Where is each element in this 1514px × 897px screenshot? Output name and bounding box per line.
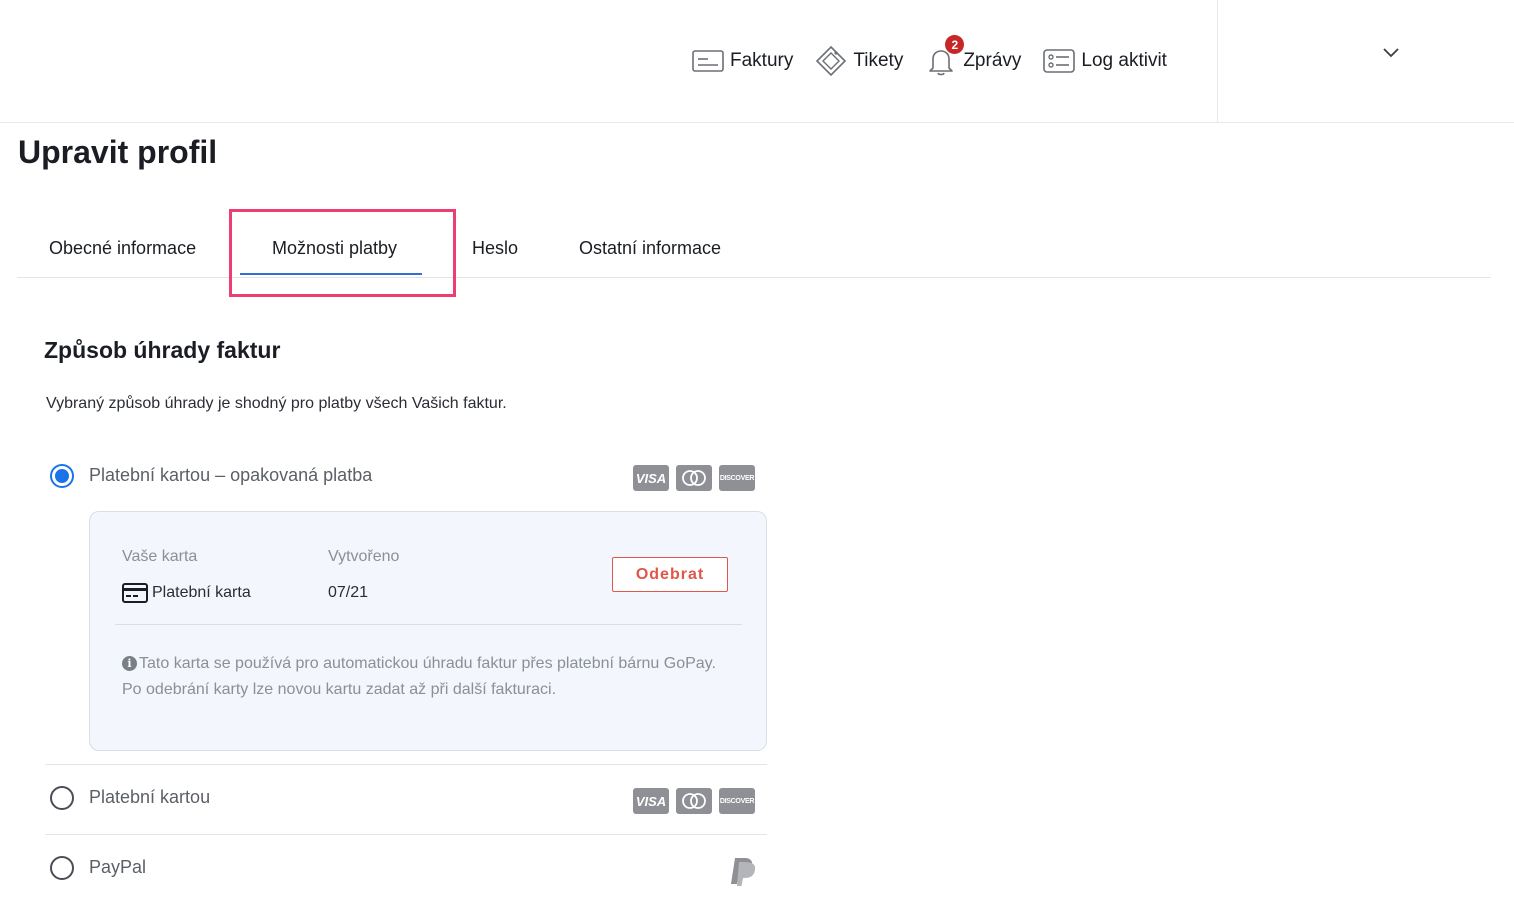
ticket-icon xyxy=(816,45,847,77)
visa-logo-icon: VISA xyxy=(633,788,669,814)
option-divider xyxy=(45,834,767,835)
created-value: 07/21 xyxy=(328,584,369,601)
payment-option-paypal: PayPal xyxy=(45,855,767,886)
radio-paypal[interactable] xyxy=(50,856,74,880)
card-info-note: i Tato karta se používá pro automatickou … xyxy=(122,651,732,703)
activity-log-icon xyxy=(1043,49,1076,73)
payment-option-card: Platební kartou VISA DISCOVER xyxy=(45,785,767,815)
chevron-down-icon[interactable] xyxy=(1381,45,1401,61)
radio-recurring-card[interactable] xyxy=(50,464,74,488)
option-label-recurring-card[interactable]: Platební kartou – opakovaná platba xyxy=(89,465,372,486)
tab-payment-options[interactable]: Možnosti platby xyxy=(239,238,423,275)
nav-invoices-label: Faktury xyxy=(730,50,794,71)
info-icon: i xyxy=(122,656,137,671)
nav-tickets[interactable]: Tikety xyxy=(815,45,903,77)
mastercard-logo-icon xyxy=(676,465,712,491)
section-title: Způsob úhrady faktur xyxy=(44,337,281,363)
option-label-card[interactable]: Platební kartou xyxy=(89,787,210,808)
nav-activity-log-label: Log aktivit xyxy=(1081,50,1167,71)
credit-card-icon xyxy=(122,583,148,603)
nav-tickets-label: Tikety xyxy=(853,50,904,71)
card-value: Platební karta xyxy=(122,583,251,603)
option-divider xyxy=(45,764,767,765)
header-divider xyxy=(1217,0,1218,123)
invoice-icon xyxy=(692,50,724,72)
card-info-text: Tato karta se používá pro automatickou ú… xyxy=(122,655,716,698)
tab-password[interactable]: Heslo xyxy=(472,238,518,259)
card-logos: VISA DISCOVER xyxy=(626,788,755,814)
nav-activity-log[interactable]: Log aktivit xyxy=(1043,49,1167,73)
mastercard-logo-icon xyxy=(676,788,712,814)
visa-logo-icon: VISA xyxy=(633,465,669,491)
messages-badge: 2 xyxy=(945,35,965,54)
card-value-text: Platební karta xyxy=(152,584,251,601)
saved-card-panel: Vaše karta Vytvořeno Platební karta 07/2… xyxy=(89,511,767,751)
card-logos: VISA DISCOVER xyxy=(626,465,755,491)
profile-tabs: Obecné informace Možnosti platby Heslo O… xyxy=(17,222,1491,278)
tab-other-info[interactable]: Ostatní informace xyxy=(579,238,721,259)
page-title: Upravit profil xyxy=(18,134,218,170)
payment-option-recurring-card: Platební kartou – opakovaná platba VISA … xyxy=(45,463,767,493)
discover-logo-icon: DISCOVER xyxy=(719,788,755,814)
radio-card[interactable] xyxy=(50,786,74,810)
nav-messages-label: Zprávy xyxy=(963,50,1022,71)
card-label: Vaše karta xyxy=(122,548,198,565)
created-label: Vytvořeno xyxy=(328,548,400,565)
discover-logo-icon: DISCOVER xyxy=(719,465,755,491)
nav-invoices[interactable]: Faktury xyxy=(692,50,793,72)
paypal-logo-icon xyxy=(731,858,755,886)
nav-messages[interactable]: 2 Zprávy xyxy=(925,35,1022,77)
card-panel-divider xyxy=(115,624,742,625)
remove-card-button[interactable]: Odebrat xyxy=(612,557,728,592)
top-nav: Faktury Tikety 2 Zprávy Log aktivit xyxy=(692,35,1189,78)
top-header: Faktury Tikety 2 Zprávy Log aktivit xyxy=(0,0,1514,123)
tab-general-info[interactable]: Obecné informace xyxy=(49,238,196,259)
section-description: Vybraný způsob úhrady je shodný pro plat… xyxy=(46,395,507,412)
option-label-paypal[interactable]: PayPal xyxy=(89,857,146,878)
